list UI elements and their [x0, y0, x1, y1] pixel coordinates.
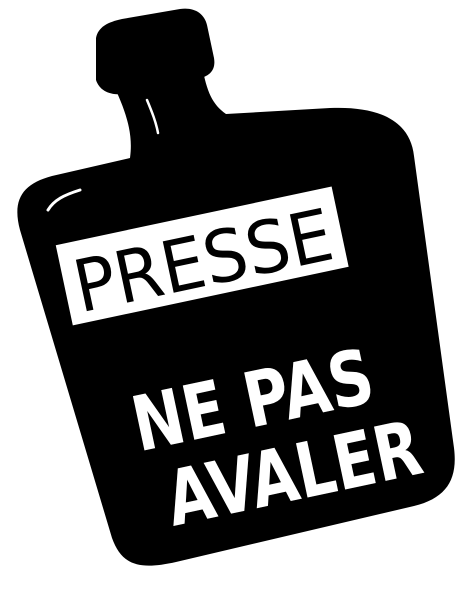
bottle-illustration: PRESSE NE PAS AVALER	[17, 8, 455, 566]
